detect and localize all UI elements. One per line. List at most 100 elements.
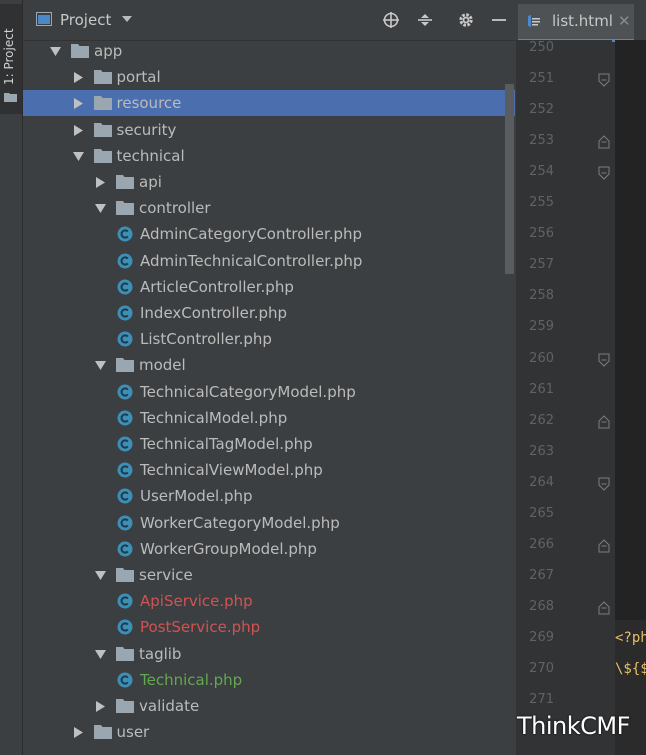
line-number: 268: [529, 598, 554, 614]
line-number: 264: [529, 474, 554, 490]
php-class-icon: [117, 515, 133, 531]
fold-marker-icon[interactable]: [598, 73, 610, 87]
editor-gutter: 250 251 252 253 254 255 256 257 258 259 260 261 262 2…: [516, 40, 612, 755]
expanded-arrow-icon[interactable]: [95, 570, 106, 581]
collapsed-arrow-icon[interactable]: [73, 98, 84, 110]
tree-folder-row[interactable]: user: [23, 719, 515, 745]
tree-file-row[interactable]: ArticleController.php: [23, 274, 515, 300]
fold-marker-icon[interactable]: [598, 135, 610, 149]
project-tool-tab[interactable]: 1: Project: [0, 4, 22, 114]
editor-pane: list.html ✕ 250 251 252 253 254 255 256 257 258 2…: [516, 0, 646, 755]
folder-icon: [93, 725, 112, 740]
tree-item-label: TechnicalViewModel.php: [140, 461, 323, 480]
tree-item-label: TechnicalCategoryModel.php: [140, 382, 356, 401]
line-number: 269: [529, 629, 554, 645]
project-panel: Project app portal resource security technic…: [23, 0, 515, 755]
expanded-arrow-icon[interactable]: [95, 203, 106, 214]
folder-icon: [93, 70, 112, 85]
line-number: 253: [529, 133, 554, 149]
tree-file-row[interactable]: UserModel.php: [23, 483, 515, 509]
php-class-icon: [117, 226, 133, 242]
fold-marker-icon[interactable]: [598, 539, 610, 553]
project-panel-title[interactable]: Project: [60, 11, 111, 29]
tree-file-row[interactable]: TechnicalModel.php: [23, 405, 515, 431]
folder-icon: [116, 201, 134, 216]
project-tree: app portal resource security technical api con…: [23, 38, 515, 755]
line-number: 260: [529, 350, 554, 366]
project-panel-header: Project: [23, 0, 515, 41]
tree-folder-row[interactable]: controller: [23, 195, 515, 221]
fold-marker-icon[interactable]: [598, 166, 610, 180]
tree-scrollbar-thumb[interactable]: [505, 84, 514, 274]
tree-item-label: resource: [116, 94, 182, 113]
tree-file-row[interactable]: WorkerCategoryModel.php: [23, 510, 515, 536]
php-class-icon: [117, 279, 133, 295]
tree-folder-row[interactable]: model: [23, 352, 515, 378]
collapsed-arrow-icon[interactable]: [73, 727, 84, 739]
folder-icon: [93, 122, 112, 137]
folder-icon: [116, 175, 134, 189]
tree-item-label: api: [139, 173, 162, 191]
tree-item-label: user: [116, 723, 150, 742]
line-number: 254: [529, 164, 554, 180]
tree-file-row[interactable]: WorkerGroupModel.php: [23, 536, 515, 562]
tree-folder-row[interactable]: portal: [23, 64, 515, 90]
fold-marker-icon[interactable]: [598, 477, 610, 491]
fold-marker-icon[interactable]: [598, 601, 610, 615]
code-line: <?ph: [615, 629, 646, 646]
expanded-arrow-icon[interactable]: [50, 46, 61, 57]
code-area[interactable]: <?ph \${$: [615, 40, 646, 755]
folder-icon: [71, 44, 89, 58]
fold-marker-icon[interactable]: [598, 353, 610, 367]
php-class-icon: [117, 488, 133, 504]
line-number: 266: [529, 536, 554, 552]
expanded-arrow-icon[interactable]: [95, 360, 106, 371]
tree-file-row[interactable]: PostService.php: [23, 614, 515, 640]
gear-icon[interactable]: [457, 11, 475, 29]
collapsed-arrow-icon[interactable]: [95, 177, 106, 188]
minimize-icon[interactable]: [490, 11, 508, 29]
code-selection-block: [615, 40, 646, 620]
php-class-icon: [117, 462, 133, 478]
tree-file-row[interactable]: ApiService.php: [23, 588, 515, 614]
fold-marker-icon[interactable]: [598, 414, 610, 429]
tree-file-row[interactable]: IndexController.php: [23, 300, 515, 326]
tree-item-label: portal: [116, 68, 161, 87]
tree-file-row[interactable]: TechnicalCategoryModel.php: [23, 379, 515, 405]
tree-item-label: IndexController.php: [140, 304, 288, 322]
folder-icon: [116, 568, 134, 582]
php-class-icon: [117, 410, 133, 426]
tree-folder-row[interactable]: app: [23, 38, 515, 64]
collapse-all-icon[interactable]: [416, 11, 434, 29]
php-class-icon: [117, 253, 133, 269]
folder-icon: [4, 93, 17, 102]
tree-folder-row[interactable]: technical: [23, 143, 515, 169]
php-class-icon: [117, 436, 133, 452]
collapsed-arrow-icon[interactable]: [73, 124, 84, 136]
tree-folder-row[interactable]: service: [23, 562, 515, 588]
editor-tab[interactable]: list.html ✕: [518, 4, 634, 42]
collapsed-arrow-icon[interactable]: [73, 72, 84, 84]
tree-file-row[interactable]: TechnicalTagModel.php: [23, 431, 515, 457]
tree-folder-row[interactable]: resource: [23, 90, 515, 117]
locate-target-icon[interactable]: [382, 11, 400, 29]
tree-item-label: TechnicalModel.php: [140, 408, 288, 427]
tree-folder-row[interactable]: security: [23, 117, 515, 143]
tree-file-row[interactable]: TechnicalViewModel.php: [23, 457, 515, 483]
close-icon[interactable]: ✕: [618, 12, 631, 30]
tree-file-row[interactable]: ListController.php: [23, 326, 515, 352]
tree-file-row[interactable]: Technical.php: [23, 667, 515, 693]
line-number: 271: [529, 692, 554, 708]
tree-item-label: PostService.php: [140, 618, 261, 637]
tree-folder-row[interactable]: taglib: [23, 641, 515, 667]
expanded-arrow-icon[interactable]: [95, 649, 106, 660]
tree-folder-row[interactable]: validate: [23, 693, 515, 719]
tree-file-row[interactable]: AdminCategoryController.php: [23, 221, 515, 247]
tree-folder-row[interactable]: api: [23, 169, 515, 195]
tree-item-label: AdminCategoryController.php: [140, 225, 363, 244]
chevron-down-icon[interactable]: [121, 14, 133, 24]
collapsed-arrow-icon[interactable]: [95, 701, 106, 712]
line-number: 255: [529, 195, 554, 211]
expanded-arrow-icon[interactable]: [72, 151, 84, 162]
tree-file-row[interactable]: AdminTechnicalController.php: [23, 248, 515, 274]
